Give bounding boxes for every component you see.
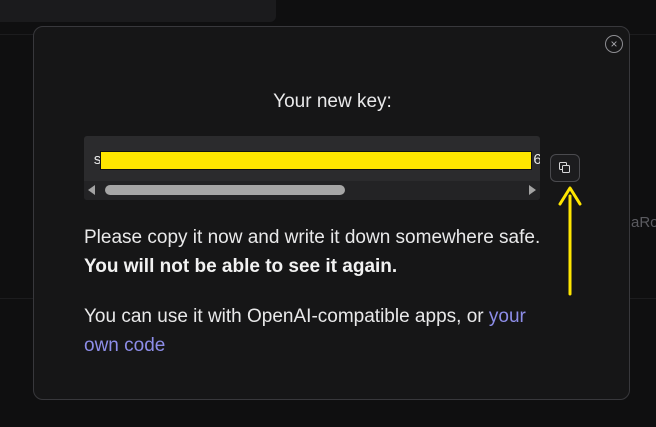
copy-key-button[interactable] — [550, 154, 580, 182]
key-redaction-highlight — [100, 151, 532, 170]
usage-description: You can use it with OpenAI-compatible ap… — [84, 306, 489, 327]
background-text: aRo — [631, 214, 656, 231]
scroll-right-arrow-icon[interactable] — [529, 185, 536, 195]
copy-warning-text: Please copy it now and write it down som… — [84, 223, 564, 281]
copy-icon — [559, 162, 571, 174]
api-key-text-end: 6 — [533, 152, 540, 169]
scroll-left-arrow-icon[interactable] — [88, 185, 95, 195]
new-key-dialog: × Your new key: s 6 Please copy it now a… — [33, 26, 630, 400]
usage-text: You can use it with OpenAI-compatible ap… — [84, 302, 564, 360]
copy-instruction: Please copy it now and write it down som… — [84, 227, 541, 248]
horizontal-scrollbar[interactable] — [84, 181, 540, 200]
page: aRo × Your new key: s 6 Please copy it n… — [0, 0, 656, 427]
scrollbar-thumb[interactable] — [105, 185, 345, 195]
api-key-field[interactable]: s 6 — [84, 136, 540, 200]
dialog-title: Your new key: — [273, 91, 392, 112]
warning-bold: You will not be able to see it again. — [84, 256, 398, 277]
background-card — [0, 0, 276, 22]
close-icon: × — [610, 37, 618, 51]
close-button[interactable]: × — [605, 35, 623, 53]
